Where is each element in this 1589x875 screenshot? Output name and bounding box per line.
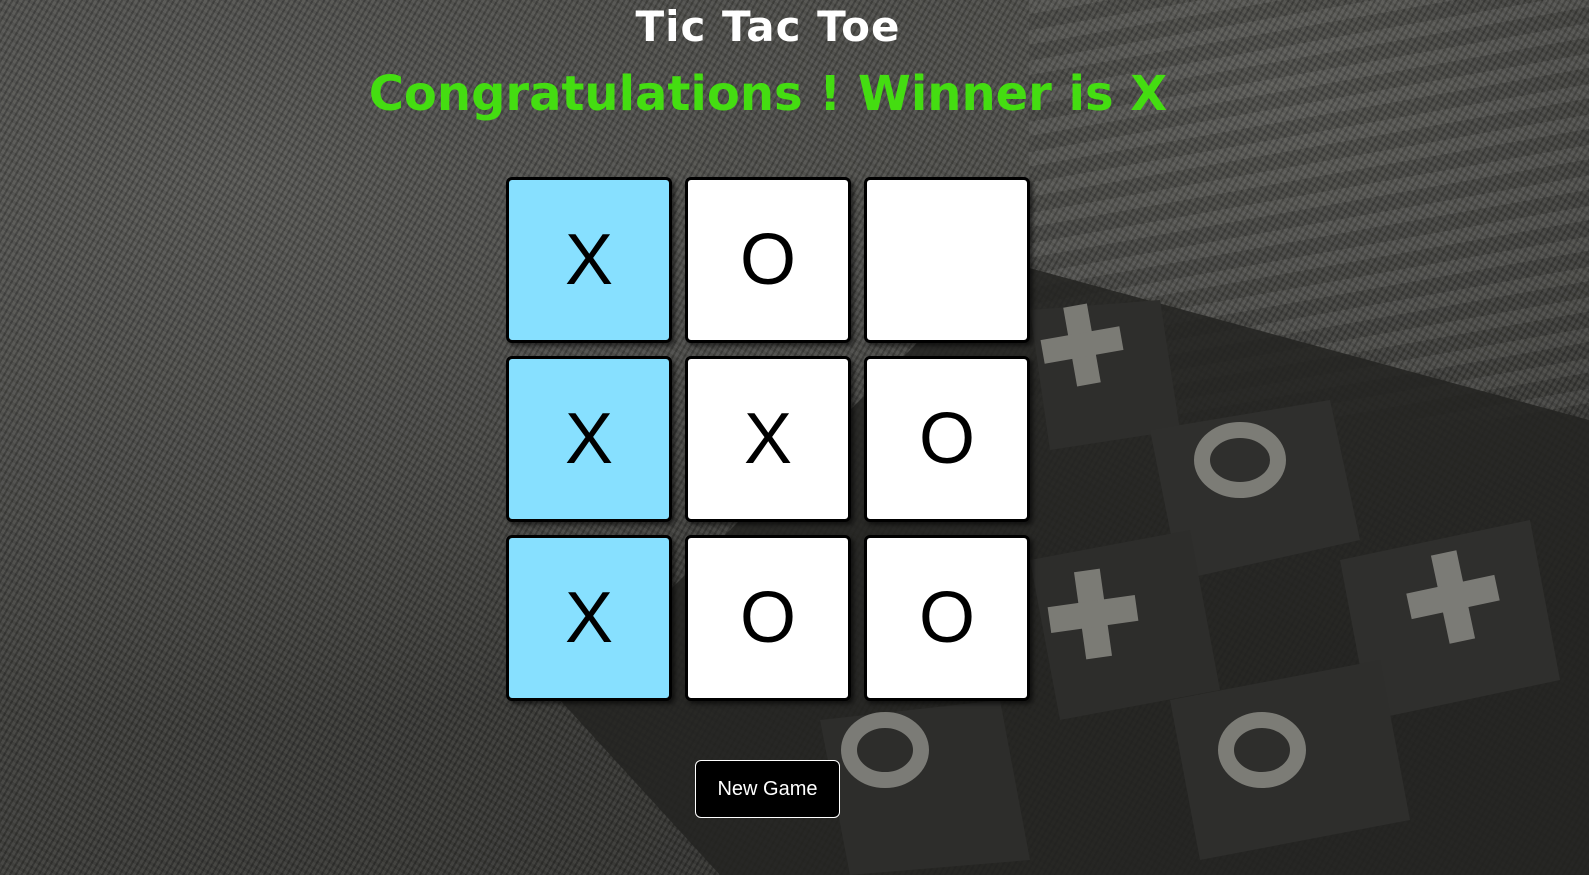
- board-cell-4[interactable]: X: [506, 356, 672, 522]
- board-cell-7[interactable]: X: [506, 535, 672, 701]
- board-cell-1[interactable]: X: [506, 177, 672, 343]
- page-title: Tic Tac Toe: [635, 2, 901, 51]
- board-cell-2[interactable]: O: [685, 177, 851, 343]
- board-cell-3[interactable]: [864, 177, 1030, 343]
- board-cell-9[interactable]: O: [864, 535, 1030, 701]
- new-game-button[interactable]: New Game: [695, 760, 840, 818]
- game-board: X O X X O X O O: [506, 177, 1030, 701]
- board-cell-8[interactable]: O: [685, 535, 851, 701]
- board-cell-6[interactable]: O: [864, 356, 1030, 522]
- winner-status-message: Congratulations ! Winner is X: [368, 66, 1168, 122]
- board-cell-5[interactable]: X: [685, 356, 851, 522]
